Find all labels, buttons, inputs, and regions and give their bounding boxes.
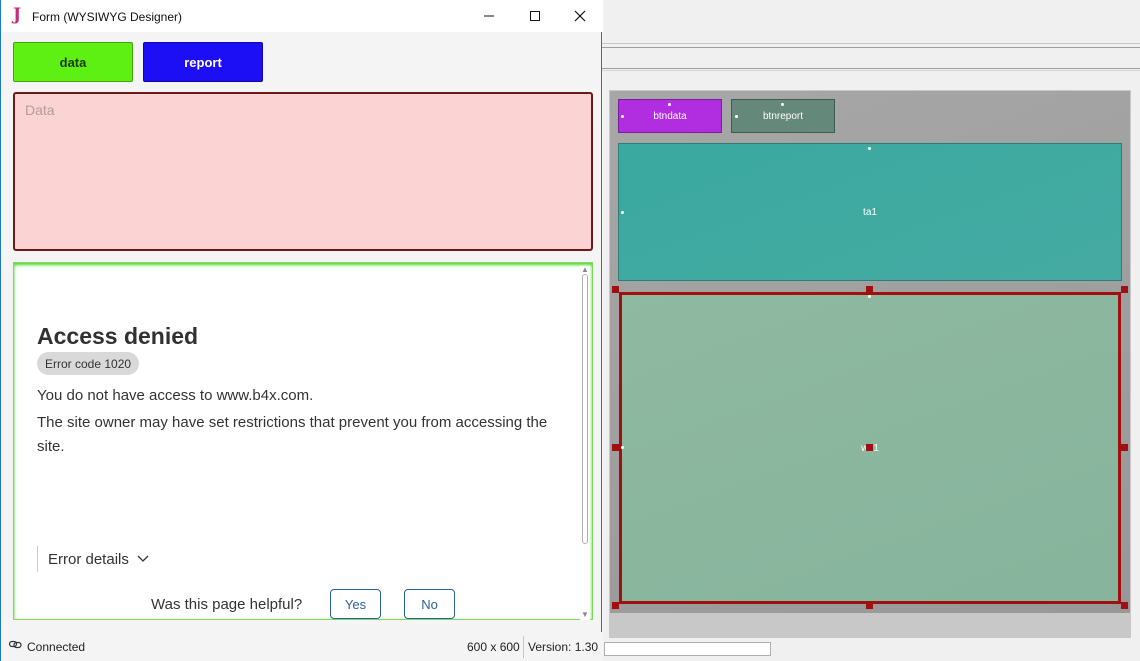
resize-handle[interactable]: [612, 286, 619, 293]
divider: [602, 47, 1140, 48]
error-code-badge: Error code 1020: [37, 352, 140, 375]
error-message-line2: The site owner may have set restrictions…: [37, 414, 548, 455]
resize-handle[interactable]: [1121, 286, 1128, 293]
form-size: 600 x 600: [467, 640, 520, 654]
control-label: btndata: [653, 110, 687, 122]
chevron-down-icon: [137, 555, 149, 562]
close-button[interactable]: [557, 0, 603, 32]
resize-handle[interactable]: [612, 602, 619, 609]
version-label: Version: 1.30: [528, 640, 599, 654]
feedback-yes-button[interactable]: Yes: [330, 589, 381, 619]
connection-status: Connected: [27, 640, 86, 654]
minimize-button[interactable]: [466, 0, 512, 32]
control-label: btnreport: [762, 110, 804, 122]
resize-handle[interactable]: [866, 286, 873, 293]
maximize-icon: [530, 11, 540, 21]
close-icon: [574, 10, 586, 22]
data-placeholder: Data: [25, 102, 55, 118]
error-message-line1: You do not have access to www.b4x.com.: [37, 387, 314, 404]
data-button[interactable]: data: [13, 42, 133, 82]
divider: [602, 70, 1140, 71]
feedback-no-button[interactable]: No: [404, 589, 455, 619]
anchor-dot: [668, 103, 671, 106]
title-bar[interactable]: J Form (WYSIWYG Designer): [1, 0, 603, 32]
anchor-dot: [735, 115, 738, 118]
scroll-up-arrow-icon[interactable]: ▲: [581, 265, 589, 274]
anchor-dot: [621, 446, 624, 449]
minimize-icon: [484, 15, 494, 17]
designer-status-field: [604, 642, 771, 656]
scroll-down-arrow-icon[interactable]: ▼: [581, 610, 589, 619]
anchor-dot: [868, 147, 871, 150]
control-label: ta1: [863, 206, 877, 218]
form-window: J Form (WYSIWYG Designer) data report Da…: [0, 0, 603, 661]
divider: [602, 68, 1140, 69]
error-title: Access denied: [37, 323, 199, 349]
anchor-dot: [781, 103, 784, 106]
error-details-label: Error details: [48, 550, 129, 568]
maximize-button[interactable]: [512, 0, 558, 32]
anchor-dot: [621, 211, 624, 214]
anchor-dot: [621, 115, 624, 118]
move-handle[interactable]: [866, 444, 873, 451]
error-details-toggle[interactable]: Error details: [37, 546, 149, 572]
scrollbar-thumb[interactable]: [582, 274, 588, 544]
designer-control-ta1[interactable]: ta1: [618, 143, 1122, 281]
data-textarea[interactable]: Data: [13, 92, 593, 251]
status-divider: [523, 636, 524, 658]
window-title: Form (WYSIWYG Designer): [32, 10, 183, 24]
anchor-dot: [868, 295, 871, 298]
resize-handle[interactable]: [1121, 602, 1128, 609]
report-button[interactable]: report: [143, 42, 263, 82]
resize-handle[interactable]: [612, 444, 619, 451]
app-logo: J: [13, 5, 22, 25]
resize-handle[interactable]: [1121, 444, 1128, 451]
divider: [602, 43, 1140, 44]
link-icon: [8, 640, 22, 652]
designer-toolbar: [602, 0, 1140, 40]
resize-handle[interactable]: [866, 602, 873, 609]
feedback-question: Was this page helpful?: [151, 596, 303, 613]
